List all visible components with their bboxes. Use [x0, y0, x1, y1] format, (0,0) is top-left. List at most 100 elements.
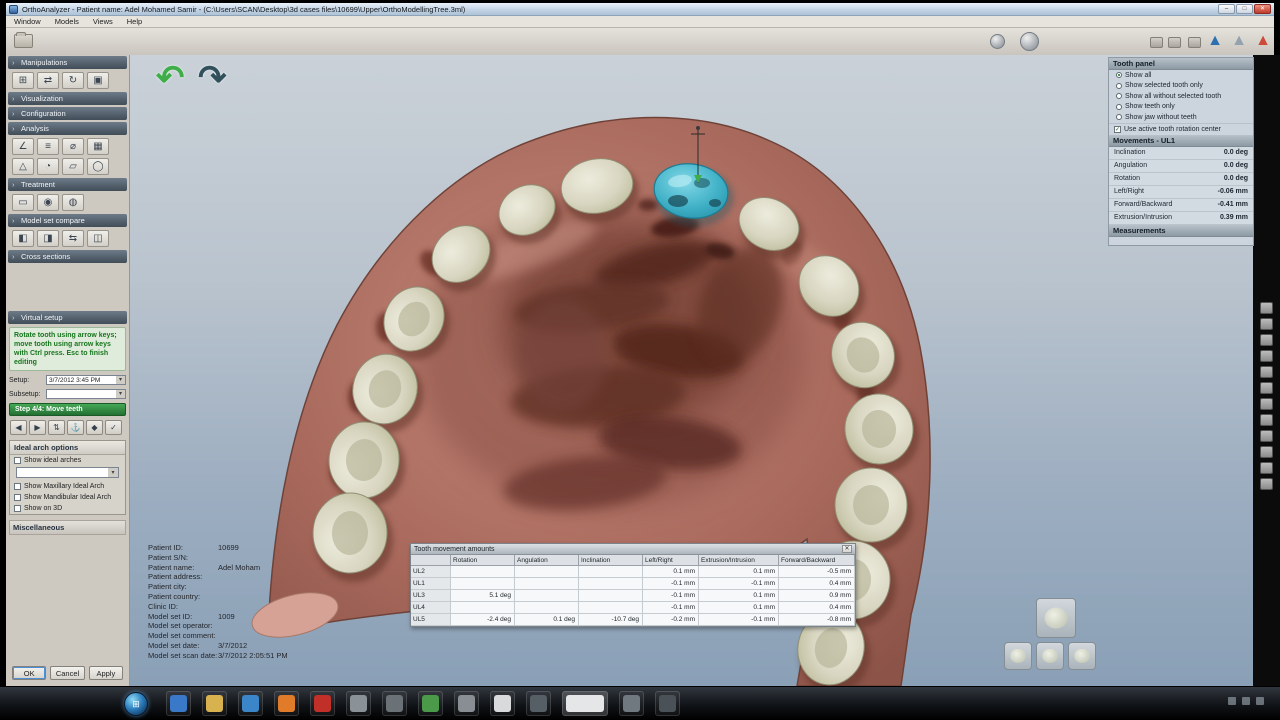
sidebar-section-manipulations[interactable]: Manipulations: [8, 56, 127, 69]
inclination-cell[interactable]: [579, 578, 643, 590]
extrusion-cell[interactable]: 0.1 mm: [699, 602, 779, 614]
taskbar-icon[interactable]: [418, 691, 443, 716]
ideal-arch-option-row[interactable]: Show on 3D: [10, 503, 125, 514]
taskbar-icon[interactable]: [382, 691, 407, 716]
lateral-view-button[interactable]: [1068, 642, 1096, 670]
measurements-header[interactable]: Measurements: [1109, 224, 1253, 237]
tooth-visibility-radio[interactable]: Show all: [1109, 70, 1253, 81]
sidebar-tool-icon[interactable]: ≡: [37, 138, 59, 155]
left-right-cell[interactable]: -0.1 mm: [643, 578, 699, 590]
taskbar-icon[interactable]: [562, 691, 608, 716]
setup-control-icon[interactable]: ✓: [105, 420, 122, 436]
setup-control-icon[interactable]: ▶: [29, 420, 46, 436]
sidebar-tool-icon[interactable]: ⌀: [62, 138, 84, 155]
angulation-cell[interactable]: [515, 590, 579, 602]
right-strip-icon[interactable]: [1260, 366, 1273, 378]
triangle-logo-blue-icon[interactable]: ▲: [1204, 30, 1226, 52]
angulation-cell[interactable]: [515, 578, 579, 590]
setup-control-icon[interactable]: ⚓: [67, 420, 84, 436]
rotation-cell[interactable]: [451, 602, 515, 614]
extrusion-cell[interactable]: 0.1 mm: [699, 566, 779, 578]
redo-icon[interactable]: ↷: [198, 59, 229, 97]
tray-icon[interactable]: [1256, 697, 1264, 705]
checkbox-icon[interactable]: [14, 483, 21, 491]
sphere-view-icon[interactable]: [990, 34, 1005, 49]
open-file-icon[interactable]: [14, 32, 33, 48]
table-row[interactable]: UL5 -2.4 deg 0.1 deg -10.7 deg -0.2 mm -…: [411, 614, 855, 626]
forward-cell[interactable]: 0.9 mm: [779, 590, 855, 602]
subsetup-dropdown[interactable]: [46, 389, 126, 400]
taskbar-icon[interactable]: [310, 691, 335, 716]
right-strip-icon[interactable]: [1260, 478, 1273, 490]
sidebar-section-model-set-compare[interactable]: Model set compare: [8, 214, 127, 227]
extrusion-cell[interactable]: -0.1 mm: [699, 578, 779, 590]
sidebar-tool-icon[interactable]: ◍: [62, 194, 84, 211]
checkbox-icon[interactable]: [14, 457, 21, 465]
taskbar-icon[interactable]: [274, 691, 299, 716]
sidebar-tool-icon[interactable]: ▦: [87, 138, 109, 155]
right-strip-icon[interactable]: [1260, 350, 1273, 362]
angulation-cell[interactable]: [515, 566, 579, 578]
rotation-cell[interactable]: [451, 566, 515, 578]
frontal-view-button[interactable]: [1036, 642, 1064, 670]
left-right-cell[interactable]: 0.1 mm: [643, 566, 699, 578]
taskbar-icon[interactable]: [526, 691, 551, 716]
taskbar-icon[interactable]: [346, 691, 371, 716]
tooth-visibility-radio[interactable]: Show teeth only: [1109, 102, 1253, 113]
taskbar-icon[interactable]: [166, 691, 191, 716]
tooth-visibility-radio[interactable]: Show jaw without teeth: [1109, 112, 1253, 123]
checkbox-icon[interactable]: [14, 505, 21, 513]
inclination-cell[interactable]: [579, 566, 643, 578]
sidebar-tool-icon[interactable]: ▱: [62, 158, 84, 175]
rotation-center-checkbox-row[interactable]: ✓ Use active tooth rotation center: [1109, 122, 1253, 135]
triangle-logo-red-icon[interactable]: ▲: [1252, 30, 1274, 52]
model-thumb-icon-3[interactable]: [1188, 37, 1201, 48]
sidebar-tool-icon[interactable]: ∠: [12, 138, 34, 155]
taskbar-icon[interactable]: [490, 691, 515, 716]
sidebar-tool-icon[interactable]: ◨: [37, 230, 59, 247]
forward-cell[interactable]: -0.8 mm: [779, 614, 855, 626]
right-strip-icon[interactable]: [1260, 430, 1273, 442]
sidebar-tool-icon[interactable]: ▭: [12, 194, 34, 211]
taskbar-icon[interactable]: [454, 691, 479, 716]
right-strip-icon[interactable]: [1260, 382, 1273, 394]
table-row[interactable]: UL4 -0.1 mm 0.1 mm 0.4 mm: [411, 602, 855, 614]
radio-icon[interactable]: [1116, 82, 1122, 89]
dialog-button[interactable]: Apply: [88, 666, 123, 680]
close-button[interactable]: ✕: [1254, 4, 1271, 14]
tooth-label-cell[interactable]: UL2: [411, 566, 451, 578]
close-icon[interactable]: ✕: [842, 545, 852, 553]
sidebar-tool-icon[interactable]: ⇄: [37, 72, 59, 89]
sidebar-section-configuration[interactable]: Configuration: [8, 107, 127, 120]
sidebar-section-analysis[interactable]: Analysis: [8, 122, 127, 135]
right-strip-icon[interactable]: [1260, 334, 1273, 346]
table-row[interactable]: UL1 -0.1 mm -0.1 mm 0.4 mm: [411, 578, 855, 590]
sidebar-tool-icon[interactable]: ▣: [87, 72, 109, 89]
extrusion-cell[interactable]: 0.1 mm: [699, 590, 779, 602]
sidebar-tool-icon[interactable]: ◉: [37, 194, 59, 211]
taskbar-icon[interactable]: [202, 691, 227, 716]
forward-cell[interactable]: 0.4 mm: [779, 602, 855, 614]
start-button[interactable]: ⊞: [124, 692, 148, 716]
model-thumb-icon-1[interactable]: [1150, 37, 1163, 48]
taskbar-icon[interactable]: [238, 691, 263, 716]
table-row[interactable]: UL2 0.1 mm 0.1 mm -0.5 mm: [411, 566, 855, 578]
sidebar-section-virtual-setup[interactable]: Virtual setup: [8, 311, 127, 324]
setup-dropdown[interactable]: 3/7/2012 3:45 PM: [46, 375, 126, 386]
sidebar-tool-icon[interactable]: ⊞: [12, 72, 34, 89]
radio-icon[interactable]: [1116, 72, 1122, 79]
rotation-cell[interactable]: 5.1 deg: [451, 590, 515, 602]
extrusion-cell[interactable]: -0.1 mm: [699, 614, 779, 626]
right-strip-icon[interactable]: [1260, 414, 1273, 426]
left-right-cell[interactable]: -0.1 mm: [643, 602, 699, 614]
radio-icon[interactable]: [1116, 103, 1122, 110]
setup-control-icon[interactable]: ◆: [86, 420, 103, 436]
rotation-cell[interactable]: -2.4 deg: [451, 614, 515, 626]
arch-type-dropdown[interactable]: [16, 467, 119, 479]
tooth-label-cell[interactable]: UL5: [411, 614, 451, 626]
ideal-arch-option-row[interactable]: Show Maxillary Ideal Arch: [10, 481, 125, 492]
menu-item[interactable]: Models: [55, 17, 79, 26]
taskbar-icon[interactable]: [655, 691, 680, 716]
right-strip-icon[interactable]: [1260, 398, 1273, 410]
dialog-button[interactable]: OK: [12, 666, 47, 680]
